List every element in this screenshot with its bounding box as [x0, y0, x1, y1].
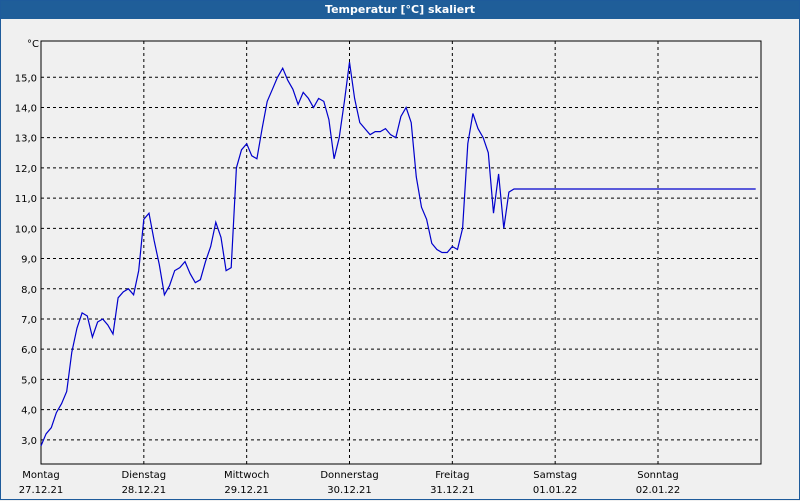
x-tick-date: 27.12.21 [19, 485, 64, 496]
y-tick-label: 4,0 [21, 406, 37, 417]
y-tick-label: 11,0 [15, 194, 37, 205]
x-tick-date: 30.12.21 [327, 485, 372, 496]
x-tick-date: 29.12.21 [224, 485, 269, 496]
y-tick-label: 8,0 [21, 285, 37, 296]
y-tick-label: 10,0 [15, 224, 37, 235]
x-tick-day: Freitag [435, 470, 469, 481]
y-axis-label: °C [27, 39, 39, 50]
x-tick-day: Sonntag [637, 470, 679, 481]
y-tick-label: 12,0 [15, 164, 37, 175]
y-tick-label: 13,0 [15, 134, 37, 145]
chart-window: Temperatur [°C] skaliert 3,0 4,0 5,0 6,0 7,0… [0, 0, 800, 500]
x-tick-day: Samstag [533, 470, 577, 481]
y-tick-label: 6,0 [21, 345, 37, 356]
x-tick-day: Donnerstag [320, 470, 378, 481]
x-tick-date: 31.12.21 [430, 485, 475, 496]
y-tick-label: 14,0 [15, 103, 37, 114]
x-tick-date: 28.12.21 [122, 485, 167, 496]
x-tick-day: Montag [22, 470, 59, 481]
x-tick-day: Mittwoch [224, 470, 269, 481]
y-tick-label: 3,0 [21, 436, 37, 447]
x-tick-day: Dienstag [122, 470, 167, 481]
y-tick-label: 7,0 [21, 315, 37, 326]
x-tick-date: 01.01.22 [533, 485, 578, 496]
y-tick-label: 9,0 [21, 255, 37, 266]
chart-svg: 3,0 4,0 5,0 6,0 7,0 8,0 9,0 10,0 11,0 12,0 13,0 14,… [15, 39, 762, 496]
plot-area [41, 41, 761, 464]
y-tick-label: 5,0 [21, 375, 37, 386]
y-tick-label: 15,0 [15, 73, 37, 84]
x-tick-date: 02.01.22 [636, 485, 681, 496]
